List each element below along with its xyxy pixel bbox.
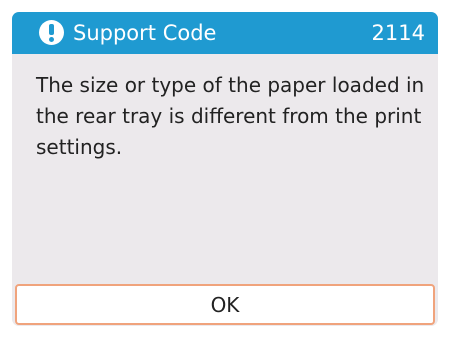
exclamation-circle-icon	[39, 20, 64, 45]
support-code-dialog: Support Code 2114 The size or type of th…	[12, 12, 438, 326]
exclamation-dot	[49, 37, 54, 42]
dialog-title: Support Code	[73, 21, 217, 45]
dialog-header: Support Code 2114	[12, 12, 438, 54]
error-message: The size or type of the paper loaded in …	[36, 73, 425, 159]
support-code-number: 2114	[371, 21, 425, 45]
ok-button[interactable]: OK	[15, 284, 435, 325]
exclamation-bar	[49, 24, 54, 35]
